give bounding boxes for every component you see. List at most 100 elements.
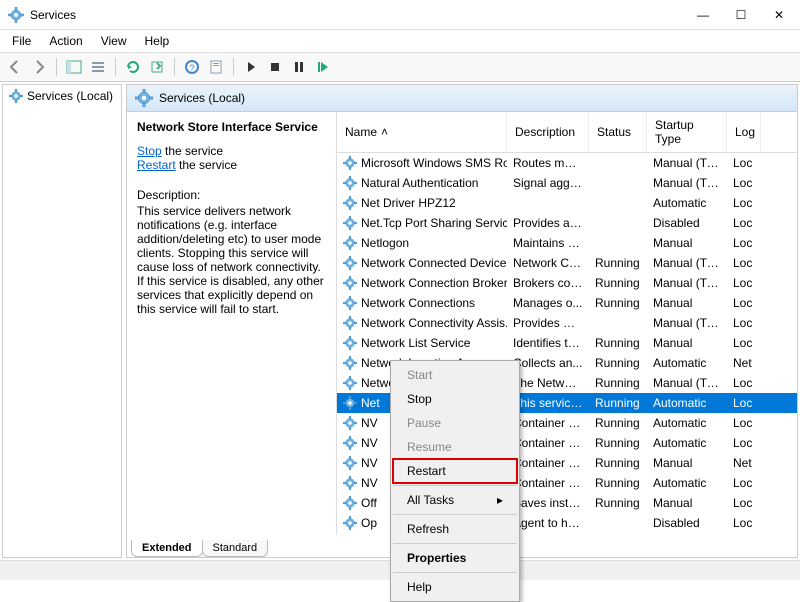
minimize-button[interactable]: — (684, 1, 722, 29)
service-startup: Manual (Trig... (647, 156, 727, 170)
service-icon (343, 476, 357, 490)
service-status: Running (589, 256, 647, 270)
forward-button[interactable] (28, 56, 50, 78)
stop-link[interactable]: Stop (137, 144, 162, 158)
service-startup: Automatic (647, 396, 727, 410)
service-logon: Loc (727, 176, 761, 190)
service-icon (343, 356, 357, 370)
service-name: Network Connectivity Assis... (361, 316, 507, 330)
service-name: Network Connections (361, 296, 475, 310)
service-name: Op (361, 516, 377, 530)
pause-media-button[interactable] (288, 56, 310, 78)
menu-file[interactable]: File (4, 32, 39, 50)
restart-media-button[interactable] (312, 56, 334, 78)
column-name[interactable]: Name ˄ (337, 112, 507, 152)
show-hide-tree-button[interactable] (63, 56, 85, 78)
service-startup: Disabled (647, 216, 727, 230)
pane-header: Services (Local) (127, 85, 797, 112)
column-startup[interactable]: Startup Type (647, 112, 727, 152)
service-icon (343, 376, 357, 390)
service-startup: Manual (Trig... (647, 176, 727, 190)
service-name: Net.Tcp Port Sharing Service (361, 216, 507, 230)
maximize-button[interactable]: ☐ (722, 1, 760, 29)
service-icon (343, 296, 357, 310)
help-button[interactable]: ? (181, 56, 203, 78)
service-row[interactable]: Network Connected Device...Network Co...… (337, 253, 797, 273)
menu-action[interactable]: Action (41, 32, 90, 50)
context-stop[interactable]: Stop (393, 387, 517, 411)
service-icon (343, 256, 357, 270)
context-resume[interactable]: Resume (393, 435, 517, 459)
context-all-tasks[interactable]: All Tasks▸ (393, 488, 517, 512)
properties-button[interactable] (205, 56, 227, 78)
stop-media-button[interactable] (264, 56, 286, 78)
service-startup: Manual (Trig... (647, 376, 727, 390)
context-start[interactable]: Start (393, 363, 517, 387)
service-logon: Loc (727, 336, 761, 350)
service-row[interactable]: Network ConnectionsManages o...RunningMa… (337, 293, 797, 313)
play-button[interactable] (240, 56, 262, 78)
service-logon: Loc (727, 396, 761, 410)
menu-help[interactable]: Help (137, 32, 178, 50)
service-row[interactable]: Net.Tcp Port Sharing ServiceProvides abi… (337, 213, 797, 233)
context-help[interactable]: Help (393, 575, 517, 599)
service-status: Running (589, 276, 647, 290)
services-icon (9, 89, 23, 103)
context-pause[interactable]: Pause (393, 411, 517, 435)
tree-pane: Services (Local) (2, 84, 122, 558)
column-logon[interactable]: Log (727, 112, 761, 152)
service-name: Natural Authentication (361, 176, 478, 190)
service-status: Running (589, 496, 647, 510)
window-title: Services (30, 8, 684, 22)
tab-standard[interactable]: Standard (202, 540, 269, 557)
service-name: NV (361, 456, 378, 470)
context-refresh[interactable]: Refresh (393, 517, 517, 541)
restart-suffix: the service (176, 158, 237, 172)
context-menu: Start Stop Pause Resume Restart All Task… (390, 360, 520, 602)
service-row[interactable]: NetlogonMaintains a ...ManualLoc (337, 233, 797, 253)
service-row[interactable]: Network List ServiceIdentifies th...Runn… (337, 333, 797, 353)
service-startup: Manual (647, 236, 727, 250)
context-restart[interactable]: Restart (393, 459, 517, 483)
column-status[interactable]: Status (589, 112, 647, 152)
service-icon (343, 516, 357, 530)
service-startup: Automatic (647, 196, 727, 210)
back-button[interactable] (4, 56, 26, 78)
sort-indicator-icon: ˄ (381, 125, 388, 139)
service-status: Running (589, 416, 647, 430)
service-desc: Signal aggr... (507, 176, 589, 190)
menu-view[interactable]: View (93, 32, 135, 50)
service-name: Microsoft Windows SMS Ro... (361, 156, 507, 170)
description-text: This service delivers network notificati… (137, 204, 326, 316)
service-row[interactable]: Network Connection BrokerBrokers con...R… (337, 273, 797, 293)
service-icon (343, 156, 357, 170)
view-details-button[interactable] (87, 56, 109, 78)
close-button[interactable]: ✕ (760, 1, 798, 29)
service-row[interactable]: Natural Authentication Signal aggr... Manu… (337, 173, 797, 193)
service-icon (343, 316, 357, 330)
service-startup: Manual (647, 336, 727, 350)
service-logon: Loc (727, 516, 761, 530)
tab-extended[interactable]: Extended (131, 540, 203, 557)
service-logon: Net (727, 356, 761, 370)
service-row[interactable]: Net Driver HPZ12AutomaticLoc (337, 193, 797, 213)
service-row[interactable]: Network Connectivity Assis...Provides Di… (337, 313, 797, 333)
services-icon (8, 7, 24, 23)
titlebar: Services — ☐ ✕ (0, 0, 800, 30)
export-button[interactable] (146, 56, 168, 78)
detail-panel: Network Store Interface Service Stop the… (127, 112, 337, 535)
service-icon (343, 176, 357, 190)
service-name: Net Driver HPZ12 (361, 196, 456, 210)
tree-root-item[interactable]: Services (Local) (3, 85, 121, 107)
context-properties[interactable]: Properties (393, 546, 517, 570)
refresh-button[interactable] (122, 56, 144, 78)
column-description[interactable]: Description (507, 112, 589, 152)
service-row[interactable]: Microsoft Windows SMS Ro...Routes mes...… (337, 153, 797, 173)
service-startup: Automatic (647, 356, 727, 370)
service-name: Off (361, 496, 377, 510)
restart-link[interactable]: Restart (137, 158, 176, 172)
service-logon: Loc (727, 216, 761, 230)
service-icon (343, 196, 357, 210)
service-status: Running (589, 456, 647, 470)
services-icon (135, 89, 153, 107)
